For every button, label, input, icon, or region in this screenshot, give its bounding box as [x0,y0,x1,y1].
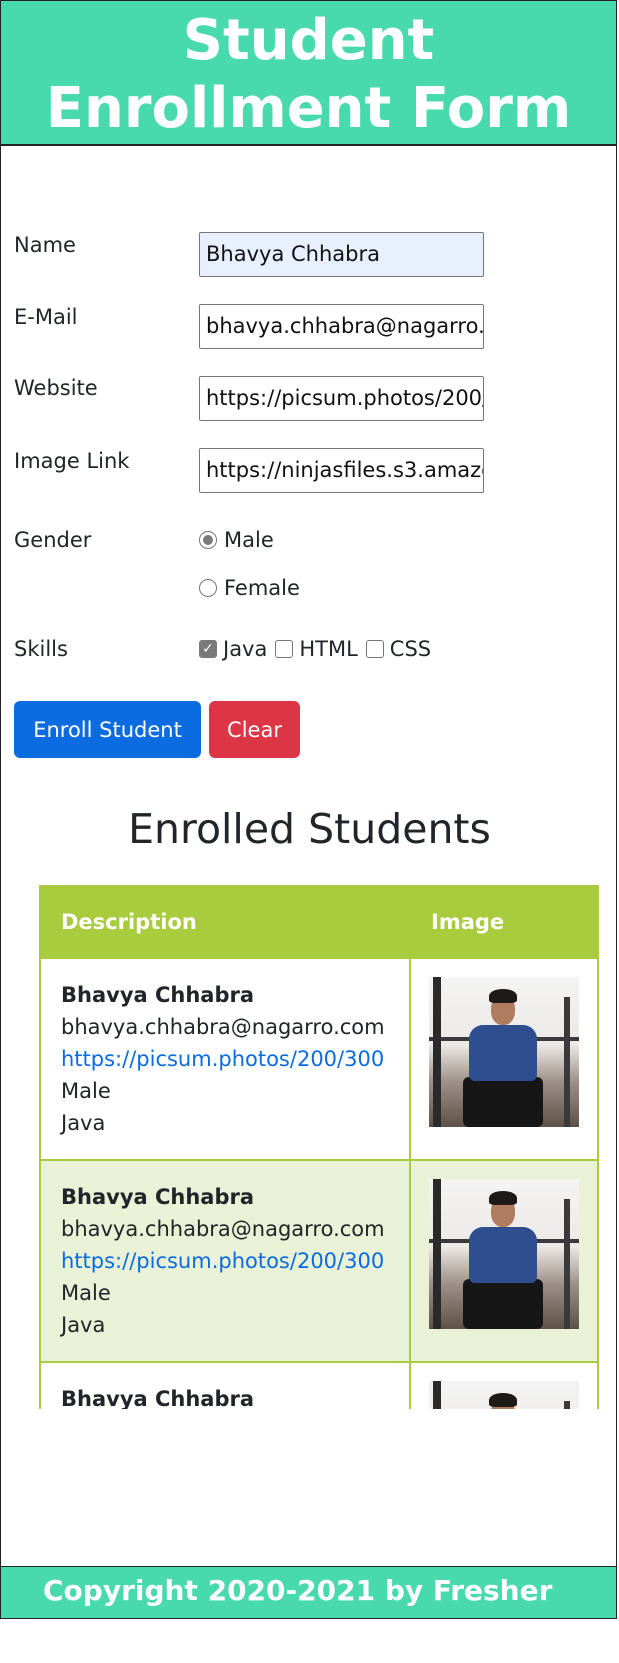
student-email: bhavya.chhabra@nagarro.com [61,1015,385,1039]
student-name: Bhavya Chhabra [61,1387,255,1409]
male-radio[interactable] [199,531,217,549]
student-gender: Male [61,1281,111,1305]
page-header: Student Enrollment Form [0,0,617,146]
student-skills: Java [61,1313,106,1337]
website-label: Website [14,376,98,400]
java-label: Java [223,637,268,661]
gender-option-male[interactable]: Male [199,528,274,552]
image-cell [409,1361,599,1409]
html-checkbox[interactable] [275,640,294,658]
css-label: CSS [389,637,432,661]
page-footer: Copyright 2020-2021 by Fresher Training [0,1566,617,1655]
student-photo [429,1179,579,1329]
student-photo [429,977,579,1127]
enrolled-students-title: Enrolled Students [128,805,491,853]
student-name: Bhavya Chhabra [61,1185,255,1209]
copyright-text: Copyright 2020-2021 by Fresher Training [43,1574,553,1655]
student-website-link[interactable]: https://picsum.photos/200/300 [61,1043,389,1075]
table-row: Bhavya Chhabra bhavya.chhabra@nagarro.co… [39,1159,599,1363]
description-cell: Bhavya Chhabra [39,1361,411,1409]
gender-label: Gender [14,528,92,552]
table-row: Bhavya Chhabra [39,1361,599,1409]
table-row: Bhavya Chhabra bhavya.chhabra@nagarro.co… [39,957,599,1161]
image-cell [409,1159,599,1363]
image-link-label: Image Link [14,449,130,473]
css-checkbox[interactable] [365,640,384,658]
gender-option-female[interactable]: Female [199,576,300,600]
email-label: E-Mail [14,305,78,329]
female-radio[interactable] [199,579,217,597]
page-title: Student Enrollment Form [45,8,572,141]
name-label: Name [14,233,76,257]
website-input[interactable]: https://picsum.photos/200/300 [199,376,484,421]
student-gender: Male [61,1079,111,1103]
enrolled-students-table: Description Image Bhavya Chhabra bhavya.… [39,885,599,1409]
skills-group: ✓ Java HTML CSS [199,637,439,661]
student-website-link[interactable]: https://picsum.photos/200/300 [61,1245,389,1277]
html-label: HTML [299,637,358,661]
email-input[interactable]: bhavya.chhabra@nagarro.com [199,304,484,349]
image-column-header: Image [409,885,599,959]
table-header-row: Description Image [39,885,599,959]
student-photo [429,1381,579,1409]
description-column-header: Description [39,885,411,959]
name-input[interactable]: Bhavya Chhabra [199,232,484,277]
male-label: Male [224,528,274,552]
description-cell: Bhavya Chhabra bhavya.chhabra@nagarro.co… [39,1159,411,1363]
java-checkbox[interactable]: ✓ [199,640,217,658]
image-cell [409,957,599,1161]
description-cell: Bhavya Chhabra bhavya.chhabra@nagarro.co… [39,957,411,1161]
student-name: Bhavya Chhabra [61,983,255,1007]
skills-label: Skills [14,637,68,661]
enroll-student-button[interactable]: Enroll Student [14,701,201,758]
image-link-input[interactable]: https://ninjasfiles.s3.amazonaws.com/ [199,448,484,493]
student-email: bhavya.chhabra@nagarro.com [61,1217,385,1241]
student-skills: Java [61,1111,106,1135]
clear-button[interactable]: Clear [209,701,300,758]
female-label: Female [224,576,300,600]
